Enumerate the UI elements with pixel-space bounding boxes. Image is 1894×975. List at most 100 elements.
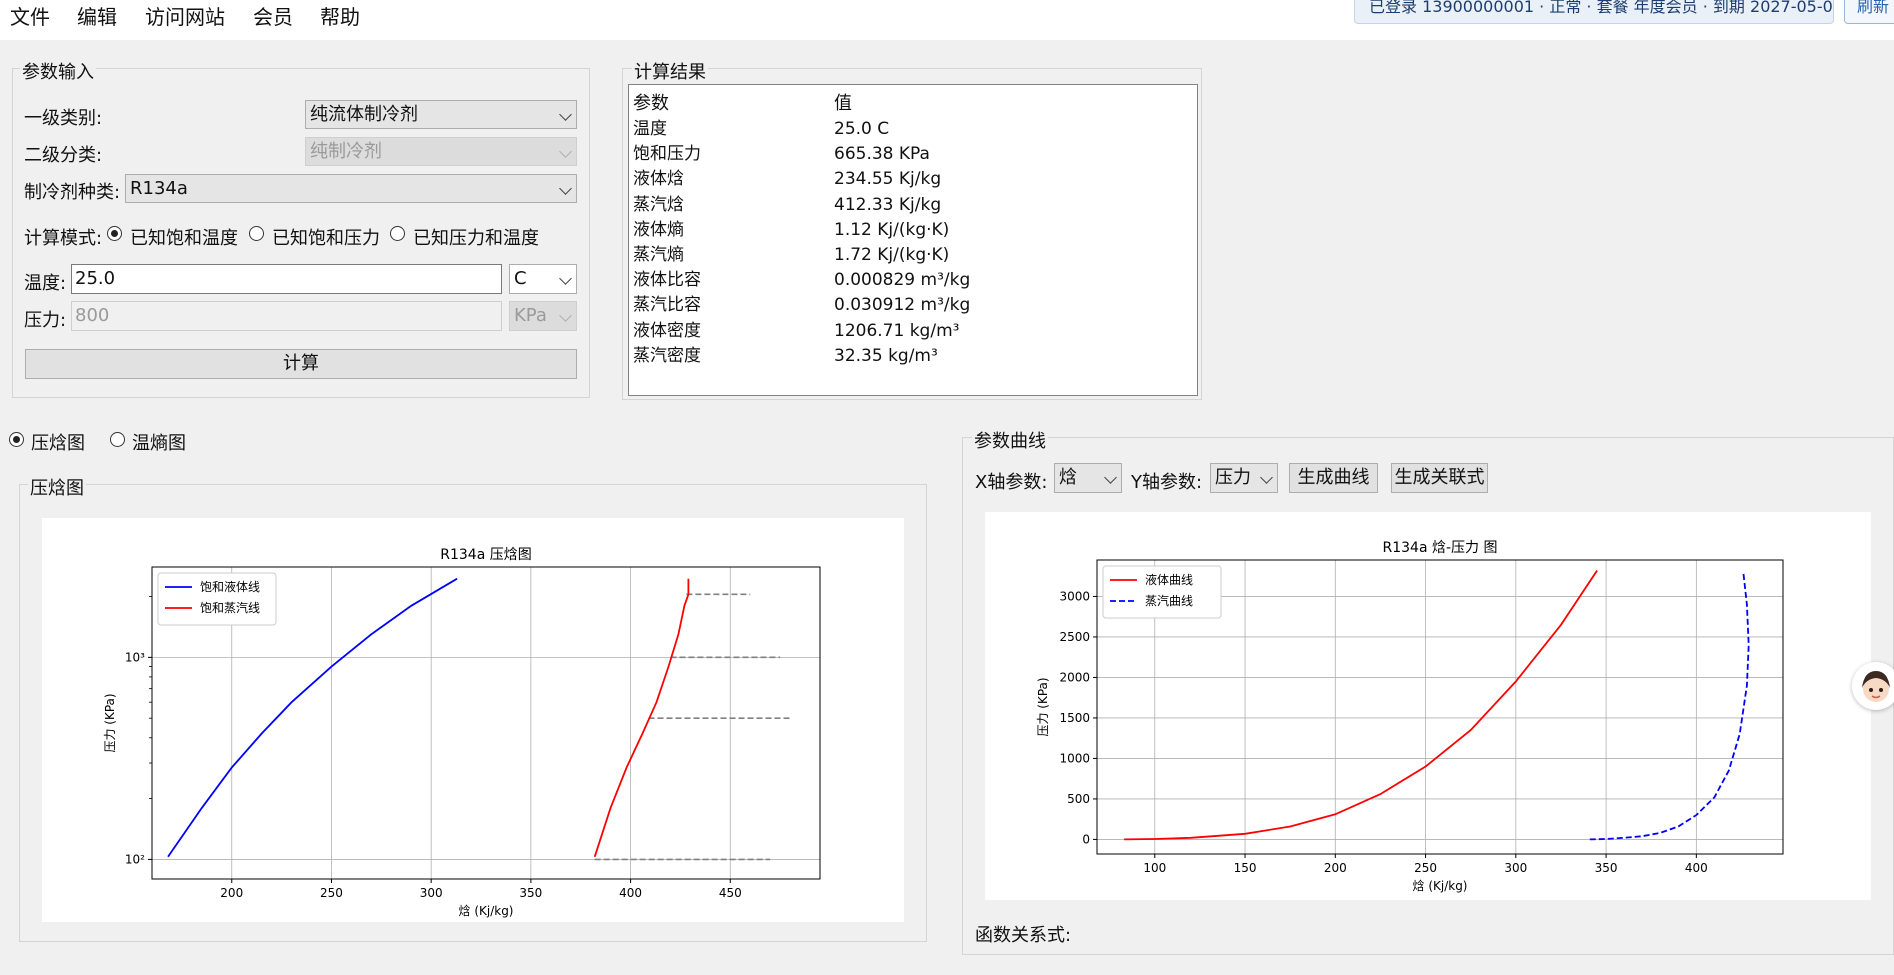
y-tick-label: 1000 — [1059, 751, 1090, 765]
mode-pressure-temp-label[interactable]: 已知压力和温度 — [413, 224, 539, 250]
table-cell-param: 饱和压力 — [633, 144, 701, 165]
table-cell-value: 234.55 Kj/kg — [834, 169, 942, 190]
table-cell-value: 1.12 Kj/(kg·K) — [834, 219, 950, 240]
header-param: 参数 — [633, 93, 669, 114]
x-tick-label: 250 — [1414, 861, 1437, 875]
chevron-down-icon — [1260, 471, 1273, 484]
chart-title: R134a 压焓图 — [440, 547, 531, 563]
table-cell-param: 蒸汽比容 — [633, 295, 701, 316]
series-line-1 — [593, 578, 690, 858]
ph-diagram-radio[interactable] — [9, 432, 24, 447]
chevron-down-icon — [559, 309, 572, 322]
temperature-input[interactable]: 25.0 — [71, 264, 502, 294]
menu-membership[interactable]: 会员 — [253, 1, 293, 30]
y-tick-label: 2500 — [1059, 630, 1090, 644]
y-tick-label: 10² — [125, 852, 145, 866]
chart-title: R134a 焓-压力 图 — [1383, 540, 1498, 556]
table-cell-param: 液体比容 — [633, 270, 701, 291]
chevron-down-icon — [1104, 471, 1117, 484]
curve-chart-panel: R134a 焓-压力 图 100 150 200 250 300 350 400 0 500 100… — [985, 512, 1871, 900]
table-cell-value: 32.35 kg/m³ — [834, 345, 938, 366]
isobar-group — [594, 593, 793, 861]
ph-chart: R134a 压焓图 200 250 300 350 400 450 10² 10³ 焓 (Kj/k… — [103, 547, 821, 918]
ts-diagram-radio[interactable] — [110, 432, 125, 447]
table-cell-value: 0.000829 m³/kg — [834, 270, 971, 291]
curve-group-title: 参数曲线 — [972, 427, 1048, 453]
avatar-icon — [1862, 671, 1890, 702]
mode-radio-sat-temp[interactable] — [107, 226, 122, 241]
temperature-label: 温度: — [24, 273, 67, 294]
x-tick-label: 300 — [420, 886, 443, 900]
table-cell-value: 25.0 C — [834, 119, 890, 139]
subcategory-select[interactable]: 纯制冷剂 — [305, 137, 577, 166]
calculate-button[interactable]: 计算 — [25, 349, 577, 379]
ph-group-title: 压焓图 — [28, 474, 86, 500]
chevron-down-icon — [559, 182, 572, 195]
table-cell-param: 蒸汽焓 — [633, 194, 684, 215]
table-cell-param: 蒸汽密度 — [633, 345, 701, 366]
menu-file[interactable]: 文件 — [10, 1, 50, 30]
function-relation-label: 函数关系式: — [975, 925, 1072, 946]
x-axis-param-select[interactable]: 焓 — [1054, 463, 1122, 493]
menu-bar: 文件 编辑 访问网站 会员 帮助 已登录 13900000001 · 正常 · … — [0, 0, 1894, 40]
refrigerant-select[interactable]: R134a — [125, 174, 577, 203]
table-cell-value: 665.38 KPa — [834, 144, 930, 165]
x-axis-param-label: X轴参数: — [975, 472, 1048, 493]
x-tick-label: 200 — [220, 886, 243, 900]
table-cell-value: 412.33 Kj/kg — [834, 194, 942, 215]
pressure-unit-select[interactable]: KPa — [509, 301, 577, 331]
menu-help[interactable]: 帮助 — [320, 1, 360, 30]
chevron-down-icon — [559, 108, 572, 121]
table-cell-value: 1206.71 kg/m³ — [834, 320, 960, 341]
pressure-label: 压力: — [24, 310, 67, 331]
x-tick-label: 300 — [1504, 861, 1527, 875]
legend-label-1: 饱和蒸汽线 — [200, 600, 260, 615]
legend-label-0: 液体曲线 — [1145, 572, 1193, 587]
y-axis-param-select[interactable]: 压力 — [1210, 463, 1278, 493]
x-tick-label: 350 — [519, 886, 542, 900]
chart-legend: 饱和液体线饱和蒸汽线 — [157, 572, 277, 626]
mode-sat-pressure-label[interactable]: 已知饱和压力 — [272, 224, 380, 250]
x-tick-label: 100 — [1143, 861, 1166, 875]
y-tick-label: 2000 — [1059, 670, 1090, 684]
x-axis-label: 焓 (Kj/kg) — [1413, 878, 1468, 893]
refrigerant-label: 制冷剂种类: — [24, 182, 121, 203]
y-tick-label: 500 — [1067, 792, 1090, 806]
curve-chart: R134a 焓-压力 图 100 150 200 250 300 350 400 0 500 100… — [1036, 540, 1784, 893]
ts-diagram-label[interactable]: 温熵图 — [132, 429, 186, 455]
x-tick-label: 250 — [320, 886, 343, 900]
table-cell-param: 蒸汽熵 — [633, 245, 684, 265]
table-cell-param: 液体密度 — [633, 320, 701, 341]
results-group-title: 计算结果 — [632, 58, 708, 84]
y-axis-label: 压力 (KPa) — [103, 693, 117, 752]
mode-label: 计算模式: — [24, 228, 103, 249]
mode-sat-temp-label[interactable]: 已知饱和温度 — [130, 224, 238, 250]
temperature-unit-select[interactable]: C — [509, 264, 577, 294]
legend-label-1: 蒸汽曲线 — [1145, 593, 1193, 608]
pressure-input[interactable]: 800 — [71, 301, 502, 331]
menu-visit-site[interactable]: 访问网站 — [145, 1, 225, 30]
category-select[interactable]: 纯流体制冷剂 — [305, 100, 577, 129]
legend-label-0: 饱和液体线 — [200, 579, 260, 594]
table-cell-param: 温度 — [633, 119, 667, 139]
table-cell-param: 液体熵 — [633, 219, 684, 240]
refresh-button[interactable]: 刷新 — [1844, 0, 1894, 24]
chart-legend: 液体曲线蒸汽曲线 — [1102, 565, 1222, 619]
y-axis-label: 压力 (KPa) — [1036, 677, 1050, 736]
header-value: 值 — [834, 93, 852, 114]
ph-diagram-label[interactable]: 压焓图 — [31, 429, 85, 455]
x-tick-label: 200 — [1324, 861, 1347, 875]
x-tick-label: 150 — [1234, 861, 1257, 875]
menu-edit[interactable]: 编辑 — [77, 1, 117, 30]
mode-radio-sat-pressure[interactable] — [249, 226, 264, 241]
x-tick-label: 350 — [1595, 861, 1618, 875]
generate-relation-button[interactable]: 生成关联式 — [1391, 463, 1488, 493]
ph-chart-panel: R134a 压焓图 200 250 300 350 400 450 10² 10³ 焓 (Kj/k… — [42, 518, 904, 922]
generate-curve-button[interactable]: 生成曲线 — [1289, 463, 1378, 493]
mode-radio-pressure-temp[interactable] — [390, 226, 405, 241]
subcategory-label: 二级分类: — [24, 145, 103, 166]
y-tick-label: 1500 — [1059, 711, 1090, 725]
y-axis-param-label: Y轴参数: — [1131, 472, 1203, 493]
assistant-avatar[interactable] — [1852, 662, 1894, 710]
y-tick-label: 0 — [1082, 832, 1090, 846]
